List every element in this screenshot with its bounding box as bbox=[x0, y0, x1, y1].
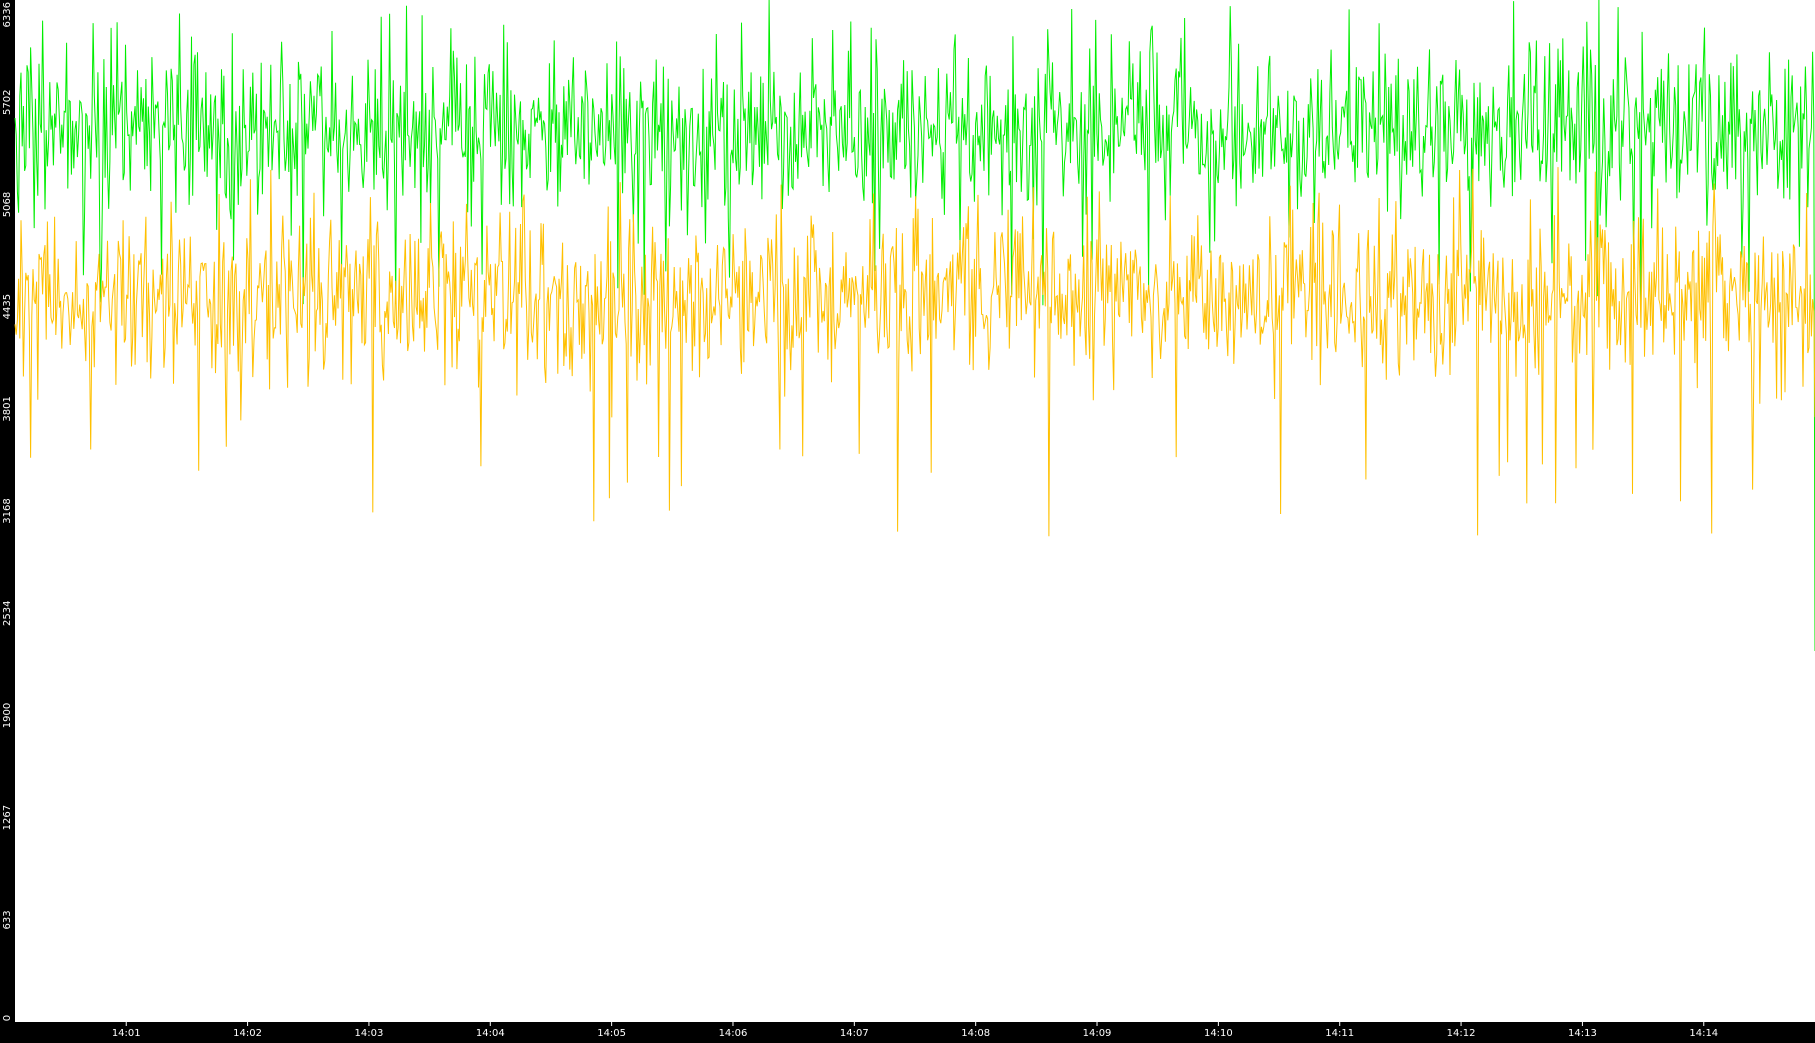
x-tick-label: 14:14 bbox=[1689, 1028, 1718, 1039]
x-tick-label: 14:03 bbox=[355, 1028, 384, 1039]
x-tick-label: 14:13 bbox=[1568, 1028, 1597, 1039]
y-tick-label: 633 bbox=[2, 910, 13, 929]
y-axis: 0 633 1267 1900 2534 3168 3801 4435 5068 5702 6336 bbox=[2, 2, 13, 1021]
y-tick-label: 5068 bbox=[2, 192, 13, 217]
y-tick-label: 3801 bbox=[2, 396, 13, 421]
x-tick-label: 14:01 bbox=[112, 1028, 141, 1039]
x-axis: 14:01 14:02 14:03 14:04 14:05 14:06 14:07 14:08… bbox=[112, 1022, 1718, 1039]
x-tick-label: 14:10 bbox=[1204, 1028, 1233, 1039]
x-tick-label: 14:06 bbox=[719, 1028, 748, 1039]
y-tick-label: 4435 bbox=[2, 294, 13, 319]
x-tick-label: 14:11 bbox=[1325, 1028, 1354, 1039]
y-tick-label: 0 bbox=[2, 1015, 13, 1021]
x-tick-label: 14:05 bbox=[597, 1028, 626, 1039]
y-tick-label: 5702 bbox=[2, 90, 13, 115]
y-tick-label: 1900 bbox=[2, 703, 13, 728]
y-tick-label: 3168 bbox=[2, 498, 13, 523]
y-tick-label: 2534 bbox=[2, 601, 13, 626]
line-chart: 0 633 1267 1900 2534 3168 3801 4435 5068 5702 6336… bbox=[2, 0, 1815, 1039]
y-tick-label: 1267 bbox=[2, 805, 13, 830]
chart: 0 633 1267 1900 2534 3168 3801 4435 5068 5702 6336… bbox=[0, 0, 1815, 1039]
y-tick-label: 6336 bbox=[2, 2, 13, 27]
x-tick-label: 14:09 bbox=[1083, 1028, 1112, 1039]
x-tick-label: 14:12 bbox=[1447, 1028, 1476, 1039]
x-tick-label: 14:08 bbox=[961, 1028, 990, 1039]
x-tick-label: 14:04 bbox=[476, 1028, 505, 1039]
x-tick-label: 14:02 bbox=[233, 1028, 262, 1039]
x-tick-label: 14:07 bbox=[840, 1028, 869, 1039]
